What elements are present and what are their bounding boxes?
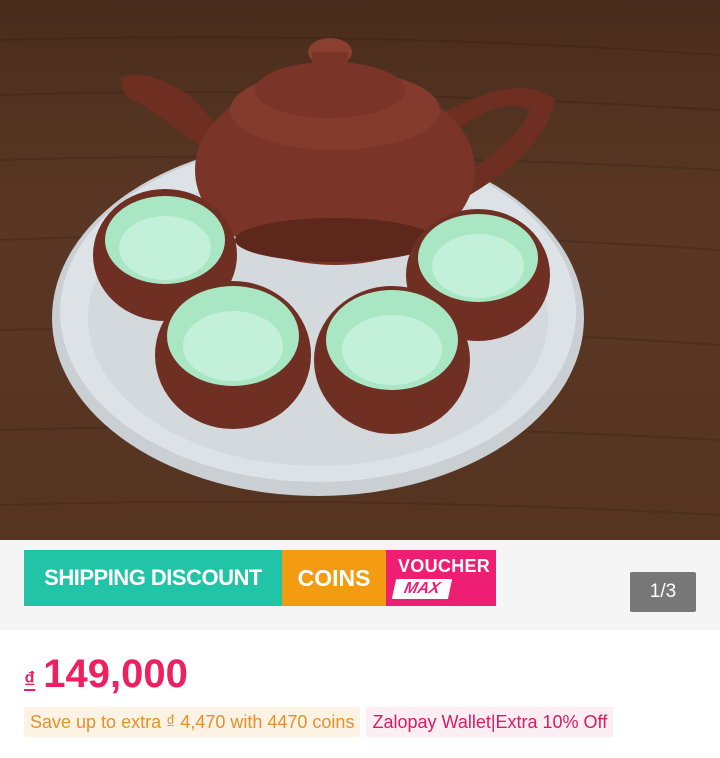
- cup-icon: [155, 281, 311, 429]
- shipping-discount-badge: SHIPPING DISCOUNT: [24, 550, 282, 606]
- offer-tags: Save up to extra ₫ 4,470 with 4470 coins…: [24, 707, 614, 737]
- cup-icon: [314, 286, 470, 434]
- coins-badge: COINS: [282, 550, 386, 606]
- product-price: 149,000: [43, 652, 188, 696]
- voucher-max-label: MAX: [391, 579, 453, 599]
- image-page-counter: 1/3: [630, 572, 696, 612]
- price-row: ₫ 149,000: [24, 652, 188, 702]
- promo-banner[interactable]: SHIPPING DISCOUNT COINS VOUCHER MAX: [24, 550, 496, 606]
- voucher-label: VOUCHER: [398, 556, 491, 576]
- zalopay-offer-tag[interactable]: Zalopay Wallet|Extra 10% Off: [366, 707, 614, 737]
- promo-strip: SHIPPING DISCOUNT COINS VOUCHER MAX 1/3: [0, 540, 720, 630]
- currency-symbol: ₫: [24, 667, 36, 692]
- voucher-max-badge: VOUCHER MAX: [386, 550, 496, 606]
- teapot-set-illustration: [0, 36, 720, 516]
- coins-offer-tag[interactable]: Save up to extra ₫ 4,470 with 4470 coins: [24, 707, 361, 737]
- product-image[interactable]: [0, 0, 720, 540]
